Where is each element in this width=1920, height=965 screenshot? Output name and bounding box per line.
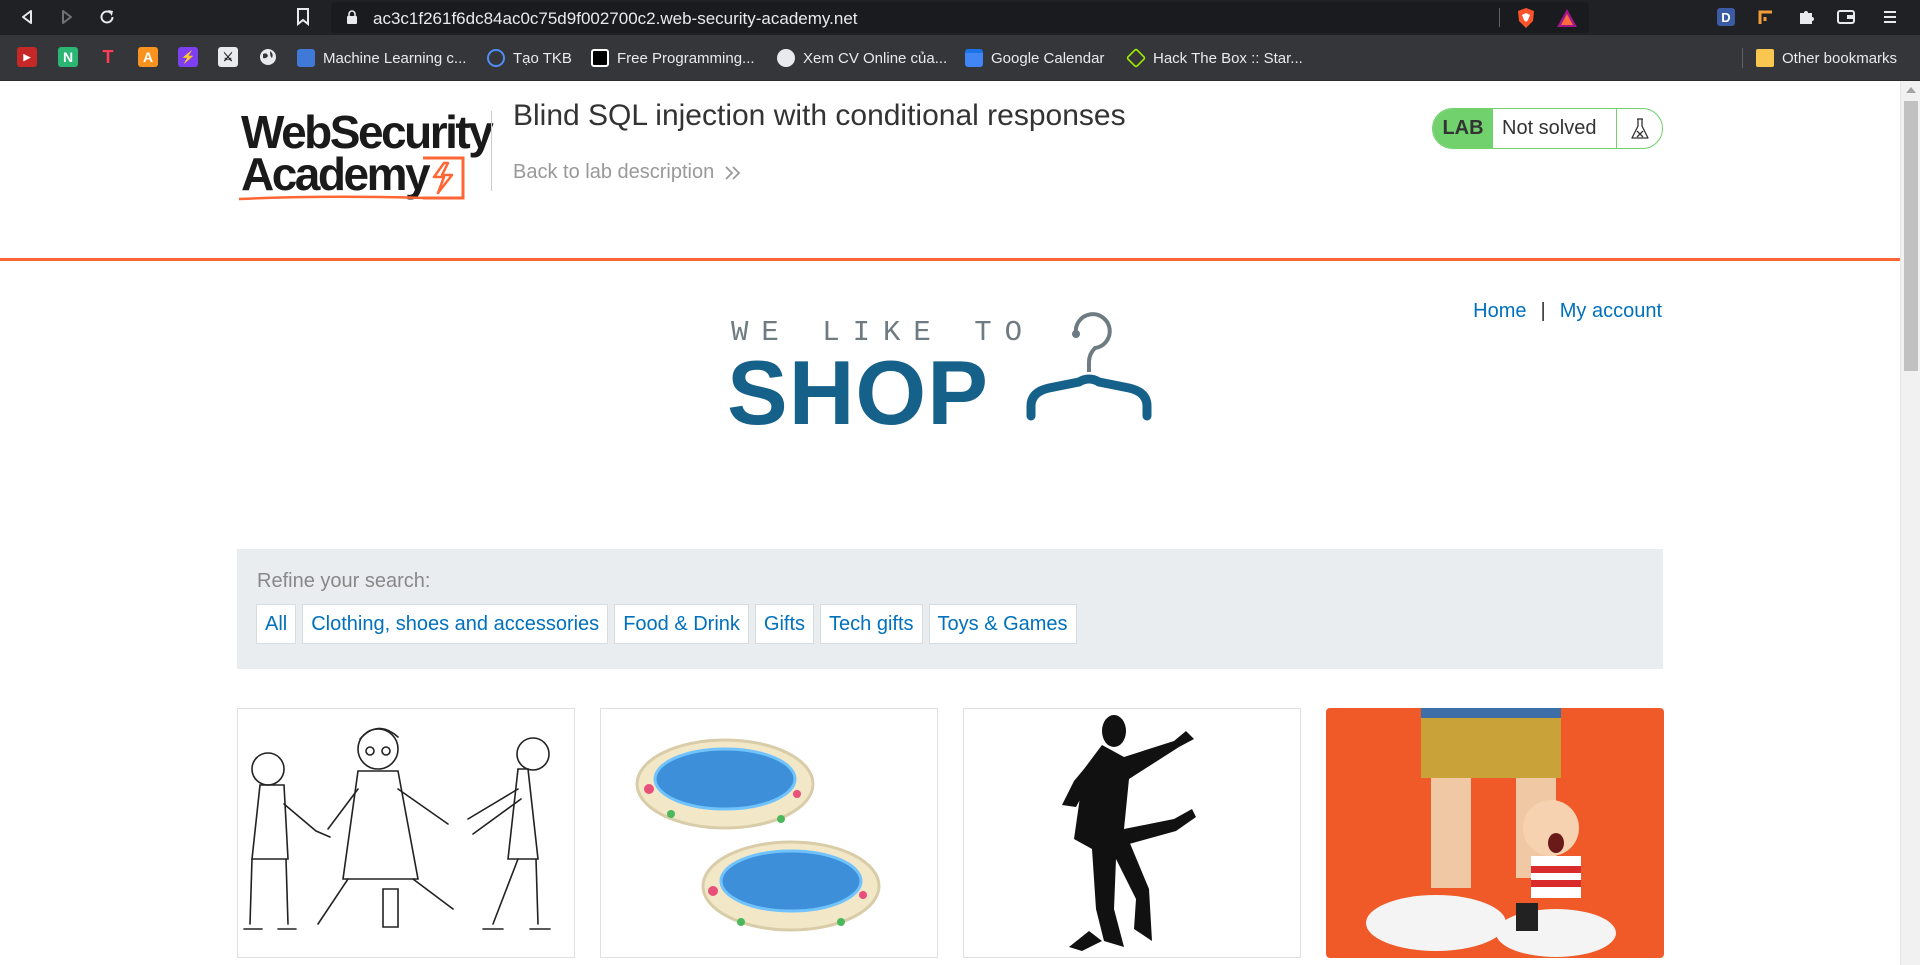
lab-badge: LAB [1433,109,1493,148]
forward-icon[interactable] [56,6,78,28]
bookmark-label: Tạo TKB [513,49,572,67]
header-divider [491,111,492,191]
ml-icon [297,49,315,67]
hackthebox-icon [1125,47,1147,69]
bookmark-n-icon[interactable]: N [58,47,78,67]
bookmarks-divider [1742,48,1743,68]
bookmark-t-icon[interactable]: T [98,47,118,67]
filter-panel: Refine your search: All Clothing, shoes … [237,549,1663,669]
product-image-toy-figures [1326,708,1664,958]
back-link-label: Back to lab description [513,161,715,183]
bookmark-free-programming[interactable]: Free Programming... [591,46,755,70]
product-image-people-sketch [243,727,551,930]
double-chevron-right-icon [725,165,741,180]
web-security-academy-logo[interactable]: WebSecurity Academy [237,107,494,203]
filter-toys-games[interactable]: Toys & Games [928,604,1077,644]
wallet-icon[interactable] [1836,7,1856,27]
brave-shield-icon[interactable] [1516,7,1536,34]
lab-status-widget[interactable]: LAB Not solved [1432,108,1663,149]
filter-food-drink[interactable]: Food & Drink [614,604,749,644]
logo-line-2: Academy [241,148,431,200]
product-card[interactable] [963,708,1301,958]
shop-banner: WE LIKE TO SHOP [727,306,1167,444]
bookmark-globe-icon[interactable] [258,47,278,67]
bookmark-tao-tkb[interactable]: Tạo TKB [487,46,572,70]
back-to-lab-description-link[interactable]: Back to lab description [513,161,742,184]
product-image-dancing-silhouette [1062,715,1196,951]
url-text: ac3c1f261f6dc84ac0c75d9f002700c2.web-sec… [373,9,858,28]
extensions-puzzle-icon[interactable] [1796,7,1816,27]
extension-d-icon[interactable]: D [1716,7,1736,27]
flask-icon [1617,109,1662,148]
globe-icon [777,49,795,67]
academy-header: WebSecurity Academy Blind SQL injection … [0,81,1900,261]
other-bookmarks[interactable]: Other bookmarks [1756,46,1897,70]
bookmark-label: Hack The Box :: Star... [1153,49,1303,67]
home-link[interactable]: Home [1473,300,1526,323]
bookmark-star-icon[interactable] [292,6,314,28]
page-scrollbar[interactable] [1900,81,1920,965]
bookmark-crest-icon[interactable]: ⚔ [218,47,238,67]
filter-gifts[interactable]: Gifts [754,604,815,644]
scrollbar-thumb[interactable] [1904,101,1918,371]
logo-underline [238,195,426,201]
filter-list: All Clothing, shoes and accessories Food… [256,604,1077,644]
my-account-link[interactable]: My account [1560,300,1662,323]
filter-tech-gifts[interactable]: Tech gifts [820,604,923,644]
product-card[interactable] [1326,708,1664,958]
banner-title: SHOP [727,343,989,444]
folder-icon [1756,49,1774,67]
extension-tool-icon[interactable] [1756,7,1776,27]
lab-title: Blind SQL injection with conditional res… [513,99,1126,132]
product-image-paddling-pools [635,738,881,932]
bookmark-label: Machine Learning c... [323,49,467,67]
bookmark-label: Google Calendar [991,49,1105,67]
product-grid [237,708,1664,965]
product-card[interactable] [237,708,575,958]
coat-hanger-icon [1026,312,1152,421]
address-divider [1499,8,1500,27]
reload-icon[interactable] [96,6,118,28]
bookmarks-bar: ▶ N T A ⚡ ⚔ Machine Learning c... Tạo TK… [0,35,1920,81]
brave-rewards-icon[interactable] [1556,8,1578,33]
bookmark-a-icon[interactable]: A [138,47,158,67]
scroll-up-arrow-icon[interactable] [1906,87,1916,93]
tkb-icon [487,49,505,67]
lab-status-text: Not solved [1493,109,1617,148]
bookmark-hack-the-box[interactable]: Hack The Box :: Star... [1125,46,1303,70]
filter-all[interactable]: All [256,604,297,644]
other-bookmarks-label: Other bookmarks [1782,49,1898,67]
browser-toolbar: ac3c1f261f6dc84ac0c75d9f002700c2.web-sec… [0,0,1920,35]
filter-label: Refine your search: [257,570,431,592]
programming-icon [591,49,609,67]
bookmark-google-calendar[interactable]: Google Calendar [965,46,1104,70]
bookmark-xem-cv[interactable]: Xem CV Online của... [777,46,947,70]
nav-separator: | [1540,300,1546,322]
bookmark-youtube-icon[interactable]: ▶ [17,47,37,67]
address-bar[interactable]: ac3c1f261f6dc84ac0c75d9f002700c2.web-sec… [331,2,1589,33]
bookmark-label: Free Programming... [617,49,755,67]
bookmark-machine-learning[interactable]: Machine Learning c... [297,46,466,70]
bookmark-label: Xem CV Online của... [803,49,948,67]
browser-menu-icon[interactable] [1880,7,1900,27]
top-navigation: Home | My account [1473,300,1662,323]
back-icon[interactable] [16,6,38,28]
product-card[interactable] [600,708,938,958]
filter-clothing[interactable]: Clothing, shoes and accessories [302,604,609,644]
bookmark-lightning-icon[interactable]: ⚡ [178,47,198,67]
lock-icon [346,10,358,30]
page-content: WebSecurity Academy Blind SQL injection … [0,81,1900,965]
calendar-icon [965,49,983,67]
